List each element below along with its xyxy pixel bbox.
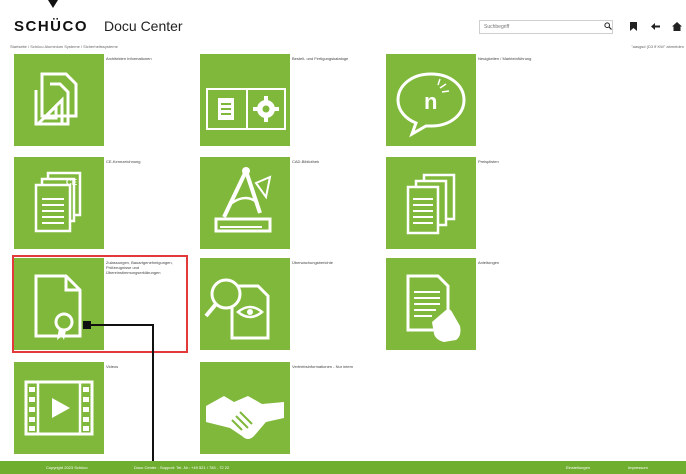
tile-videos[interactable] (14, 362, 104, 454)
tile-label: Architekten Informationen (106, 56, 152, 61)
breadcrumb[interactable]: Startseite / Schüco Aluminium Systeme / … (10, 44, 118, 49)
back-icon[interactable] (651, 22, 660, 33)
pointer-line-vertical (152, 324, 154, 474)
tile-label: CAD-Bibliothek (292, 159, 320, 164)
home-icon[interactable] (672, 22, 682, 33)
catalog-gear-icon (206, 88, 286, 130)
tile-vertriebsinformationen[interactable] (200, 362, 290, 454)
highlight-frame (12, 255, 188, 353)
app-header: SCHÜCO Docu Center (0, 8, 686, 36)
tile-ce-kennzeichnung[interactable]: CE (14, 157, 104, 249)
search-icon[interactable] (604, 22, 612, 32)
tile-label: Preisplisten (478, 159, 499, 164)
footer-support: Docu Center - Support: Tel.-Nr.: +49 521… (134, 465, 230, 470)
tile-label: Videos (106, 364, 119, 369)
document-triangle-icon (34, 72, 78, 126)
tile-label: Anleitungen (478, 260, 500, 265)
bookmark-icon[interactable] (630, 22, 637, 33)
speech-bubble-icon: n (396, 72, 466, 138)
pointer-line (90, 324, 154, 326)
inspection-icon (204, 278, 270, 340)
handshake-icon (206, 396, 284, 439)
tile-preisplisten[interactable] (386, 157, 476, 249)
user-logout-text[interactable]: "aasgsd (D3 ff KW" abmelden (631, 44, 684, 49)
footer-settings-link[interactable]: Einstellungen (566, 465, 590, 470)
app-title: Docu Center (104, 18, 183, 34)
schueco-logo[interactable]: SCHÜCO (14, 18, 88, 35)
svg-text:n: n (424, 89, 437, 114)
tile-label: Vertriebsinformationen - Nur intern (292, 364, 354, 369)
price-list-icon (406, 173, 456, 235)
footer-bar: Copyright 2023 Schüco Docu Center - Supp… (0, 461, 686, 474)
drafting-compass-icon (214, 167, 272, 233)
tile-ueberwachungsberichte[interactable] (200, 258, 290, 350)
svg-text:CE: CE (66, 178, 78, 187)
tile-neuigkeiten[interactable]: n (386, 54, 476, 146)
tile-label: Überwachungsberichte (292, 260, 333, 265)
tile-anleitungen[interactable] (386, 258, 476, 350)
tile-architekten-informationen[interactable] (14, 54, 104, 146)
tile-bestell-fertigungskataloge[interactable] (200, 54, 290, 146)
top-marker-arrow (48, 0, 58, 8)
film-icon (24, 380, 94, 436)
tile-label: Bestell- und Fertigungskataloge (292, 56, 349, 61)
footer-copyright: Copyright 2023 Schüco (46, 465, 88, 470)
footer-imprint-link[interactable]: Impressum (628, 465, 648, 470)
tile-label: Neuigkeiten / Markteinführung (478, 56, 532, 61)
tile-cad-bibliothek[interactable] (200, 157, 290, 249)
search-input[interactable] (479, 20, 613, 34)
instructions-hand-icon (406, 274, 461, 342)
tile-label: CE-Kennzeichnung (106, 159, 141, 164)
ce-document-icon: CE (34, 171, 82, 233)
